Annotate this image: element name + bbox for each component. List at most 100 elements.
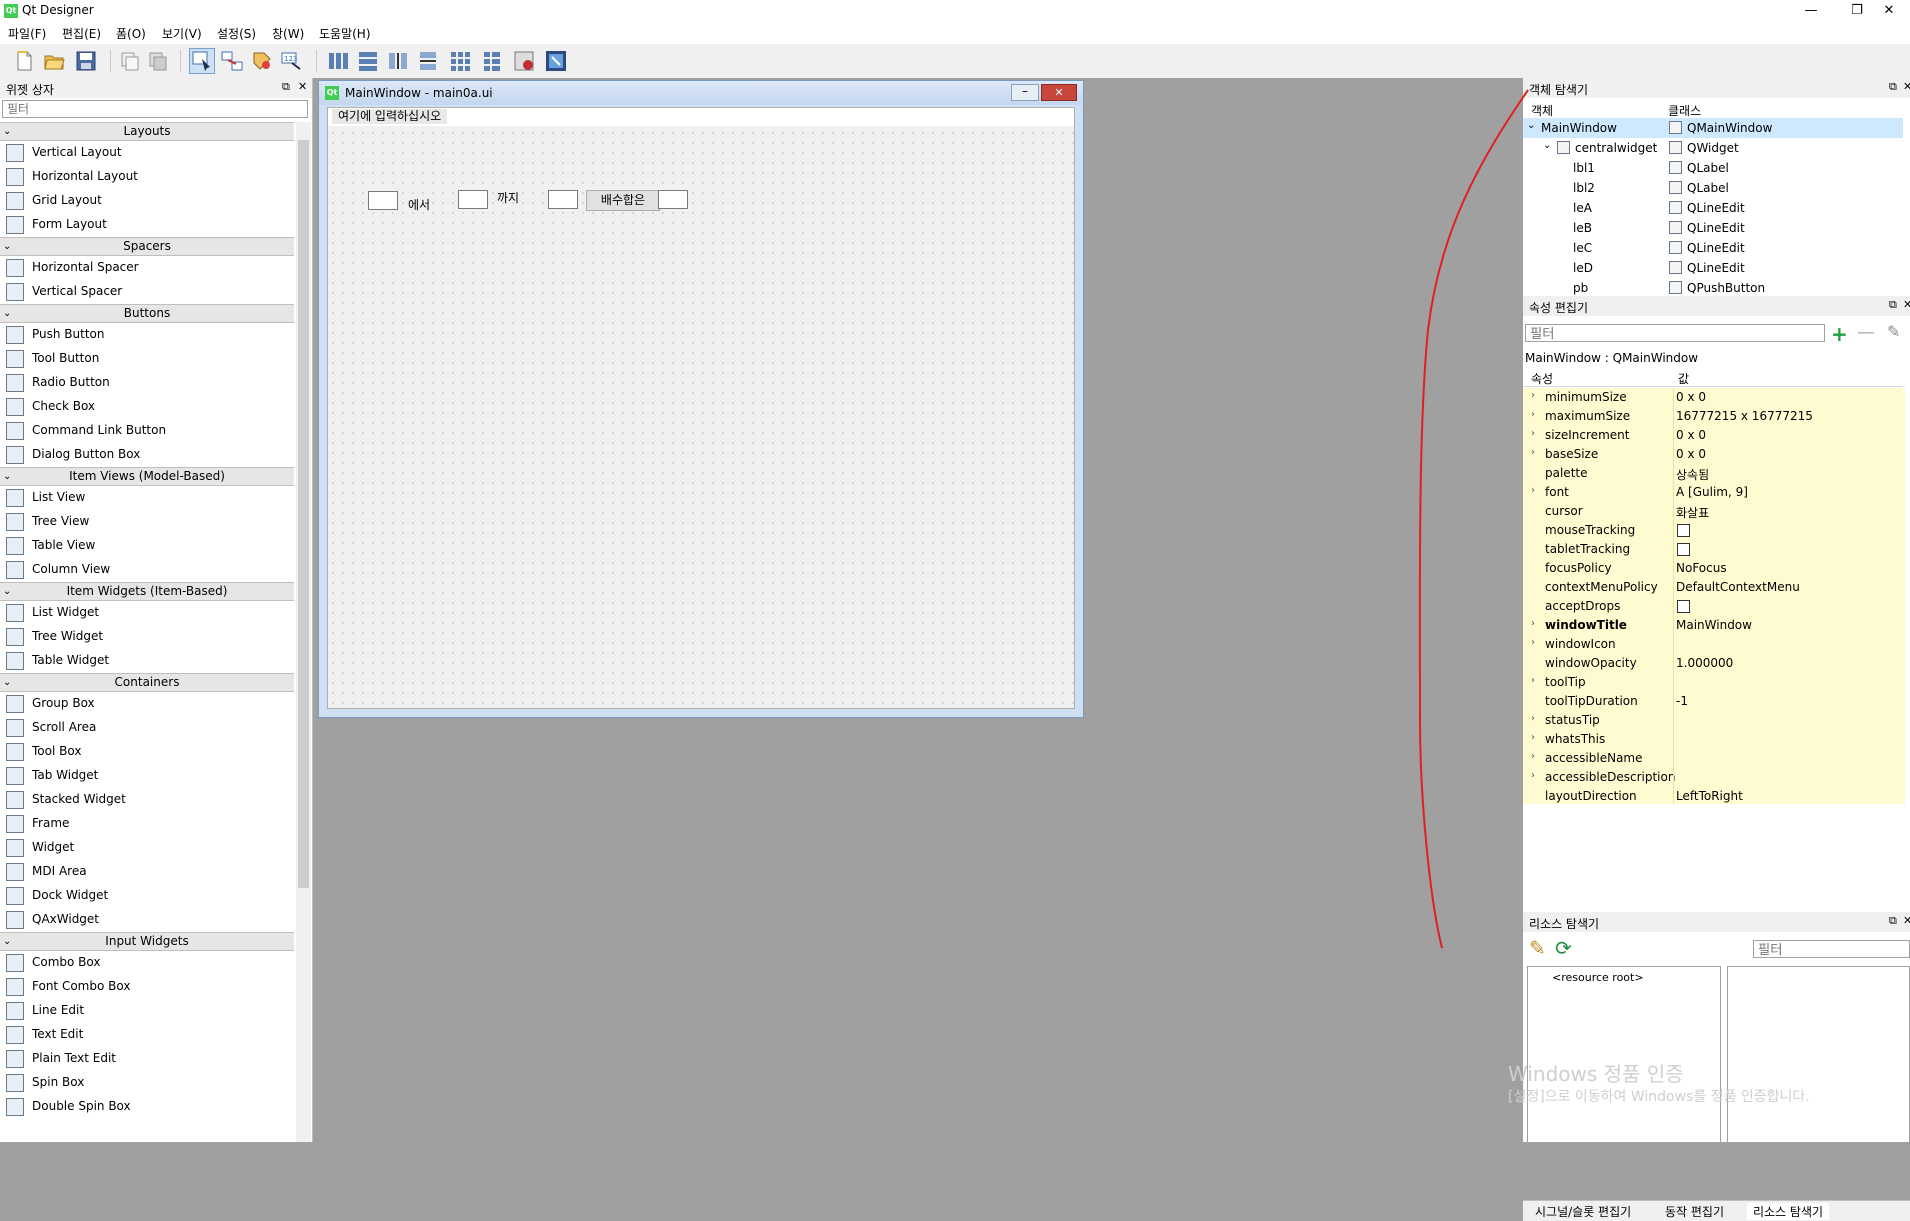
category-header[interactable]: ⌄ Item Widgets (Item-Based)	[0, 582, 294, 601]
menu-window[interactable]: 창(W)	[272, 25, 304, 42]
line-edit-d[interactable]	[658, 190, 688, 209]
float-icon[interactable]: ⧉	[282, 80, 290, 94]
menu-settings[interactable]: 설정(S)	[217, 25, 256, 42]
edit-tab-order-icon[interactable]: 123	[280, 49, 304, 73]
minimize-button[interactable]: —	[1788, 0, 1834, 22]
break-layout-icon[interactable]	[512, 49, 536, 73]
chevron-right-icon[interactable]: ›	[1531, 390, 1535, 401]
edit-resources-icon[interactable]: ✎	[1529, 936, 1546, 960]
chevron-right-icon[interactable]: ›	[1531, 713, 1535, 724]
property-value[interactable]: DefaultContextMenu	[1676, 580, 1800, 594]
chevron-down-icon[interactable]: ⌄	[1527, 120, 1535, 131]
form-close-button[interactable]: ✕	[1041, 84, 1077, 101]
widget-item[interactable]: Dock Widget	[0, 884, 294, 908]
category-header[interactable]: ⌄ Layouts	[0, 122, 294, 141]
widget-item[interactable]: Tool Box	[0, 740, 294, 764]
close-icon[interactable]: ✕	[1903, 80, 1910, 93]
widget-item[interactable]: Vertical Spacer	[0, 280, 294, 304]
object-tree-row[interactable]: lbl1 QLabel	[1523, 158, 1903, 178]
widget-item[interactable]: Time Edit	[0, 1119, 294, 1122]
widget-item[interactable]: Tree View	[0, 510, 294, 534]
property-value[interactable]: 0 x 0	[1676, 428, 1706, 442]
configure-icon[interactable]: ✎	[1887, 322, 1900, 341]
property-value[interactable]: NoFocus	[1676, 561, 1727, 575]
widget-item[interactable]: Dialog Button Box	[0, 443, 294, 467]
widget-item[interactable]: Stacked Widget	[0, 788, 294, 812]
chevron-right-icon[interactable]: ›	[1531, 637, 1535, 648]
widget-item[interactable]: Text Edit	[0, 1023, 294, 1047]
chevron-right-icon[interactable]: ›	[1531, 770, 1535, 781]
horizontal-layout-icon[interactable]	[326, 49, 350, 73]
widget-item[interactable]: Line Edit	[0, 999, 294, 1023]
object-tree-row[interactable]: leC QLineEdit	[1523, 238, 1903, 258]
split-vertical-icon[interactable]	[416, 49, 440, 73]
close-icon[interactable]: ✕	[1903, 914, 1910, 927]
widget-item[interactable]: Horizontal Spacer	[0, 256, 294, 280]
copy-icon[interactable]	[118, 49, 142, 73]
remove-property-icon[interactable]: —	[1857, 322, 1875, 343]
open-file-icon[interactable]	[42, 49, 66, 73]
form-title-bar[interactable]: Qt MainWindow - main0a.ui – ✕	[319, 81, 1083, 105]
split-horizontal-icon[interactable]	[386, 49, 410, 73]
widget-item[interactable]: List Widget	[0, 601, 294, 625]
column-property[interactable]: 속성	[1531, 370, 1553, 387]
widget-item[interactable]: Widget	[0, 836, 294, 860]
column-class[interactable]: 클래스	[1668, 102, 1701, 119]
line-edit-c[interactable]	[548, 190, 578, 209]
property-row[interactable]: › toolTip	[1523, 673, 1905, 693]
widget-item[interactable]: List View	[0, 486, 294, 510]
property-checkbox[interactable]	[1677, 524, 1690, 537]
edit-signals-icon[interactable]	[220, 49, 244, 73]
widget-item[interactable]: Command Link Button	[0, 419, 294, 443]
widget-item[interactable]: Font Combo Box	[0, 975, 294, 999]
property-row[interactable]: focusPolicy NoFocus	[1523, 559, 1905, 579]
widget-item[interactable]: Horizontal Layout	[0, 165, 294, 189]
widget-item[interactable]: Push Button	[0, 323, 294, 347]
label-from[interactable]: 에서	[408, 196, 430, 213]
category-header[interactable]: ⌄ Containers	[0, 673, 294, 692]
widget-item[interactable]: Table View	[0, 534, 294, 558]
object-tree-row[interactable]: leA QLineEdit	[1523, 198, 1903, 218]
widget-item[interactable]: Tool Button	[0, 347, 294, 371]
line-edit-a[interactable]	[368, 191, 398, 210]
tab-action-editor[interactable]: 동작 편집기	[1665, 1203, 1724, 1220]
property-row[interactable]: › windowTitle MainWindow	[1523, 616, 1905, 636]
chevron-right-icon[interactable]: ›	[1531, 485, 1535, 496]
object-tree-row[interactable]: ⌄ MainWindow QMainWindow	[1523, 118, 1903, 138]
form-window[interactable]: Qt MainWindow - main0a.ui – ✕ 여기에 입력하십시오…	[318, 80, 1084, 718]
property-row[interactable]: tabletTracking	[1523, 540, 1905, 560]
edit-buddies-icon[interactable]	[250, 49, 274, 73]
category-header[interactable]: ⌄ Item Views (Model-Based)	[0, 467, 294, 486]
property-value[interactable]: MainWindow	[1676, 618, 1752, 632]
widget-item[interactable]: Double Spin Box	[0, 1095, 294, 1119]
chevron-right-icon[interactable]: ›	[1531, 409, 1535, 420]
property-row[interactable]: › font A [Gulim, 9]	[1523, 483, 1905, 503]
widget-item[interactable]: Column View	[0, 558, 294, 582]
property-row[interactable]: › windowIcon	[1523, 635, 1905, 655]
category-header[interactable]: ⌄ Buttons	[0, 304, 294, 323]
property-row[interactable]: › maximumSize 16777215 x 16777215	[1523, 407, 1905, 427]
property-row[interactable]: › accessibleDescription	[1523, 768, 1905, 788]
resource-list[interactable]	[1727, 966, 1910, 1198]
menu-edit[interactable]: 편집(E)	[62, 25, 101, 42]
object-tree-row[interactable]: leB QLineEdit	[1523, 218, 1903, 238]
close-icon[interactable]: ✕	[298, 80, 307, 93]
edit-widgets-icon[interactable]	[189, 48, 215, 74]
property-row[interactable]: mouseTracking	[1523, 521, 1905, 541]
form-canvas[interactable]: 여기에 입력하십시오 에서 까지 배수합은	[327, 107, 1075, 709]
widget-item[interactable]: Scroll Area	[0, 716, 294, 740]
label-to[interactable]: 까지	[497, 189, 519, 206]
widget-item[interactable]: Combo Box	[0, 951, 294, 975]
chevron-right-icon[interactable]: ›	[1531, 428, 1535, 439]
property-value[interactable]: LeftToRight	[1676, 789, 1743, 803]
property-row[interactable]: acceptDrops	[1523, 597, 1905, 617]
menu-help[interactable]: 도움말(H)	[319, 25, 371, 42]
widget-item[interactable]: QAxWidget	[0, 908, 294, 932]
vertical-layout-icon[interactable]	[356, 49, 380, 73]
close-icon[interactable]: ✕	[1903, 298, 1910, 311]
form-minimize-button[interactable]: –	[1011, 84, 1039, 101]
menu-file[interactable]: 파일(F)	[8, 25, 46, 42]
property-row[interactable]: › statusTip	[1523, 711, 1905, 731]
chevron-right-icon[interactable]: ›	[1531, 732, 1535, 743]
property-filter-input[interactable]	[1525, 324, 1825, 342]
